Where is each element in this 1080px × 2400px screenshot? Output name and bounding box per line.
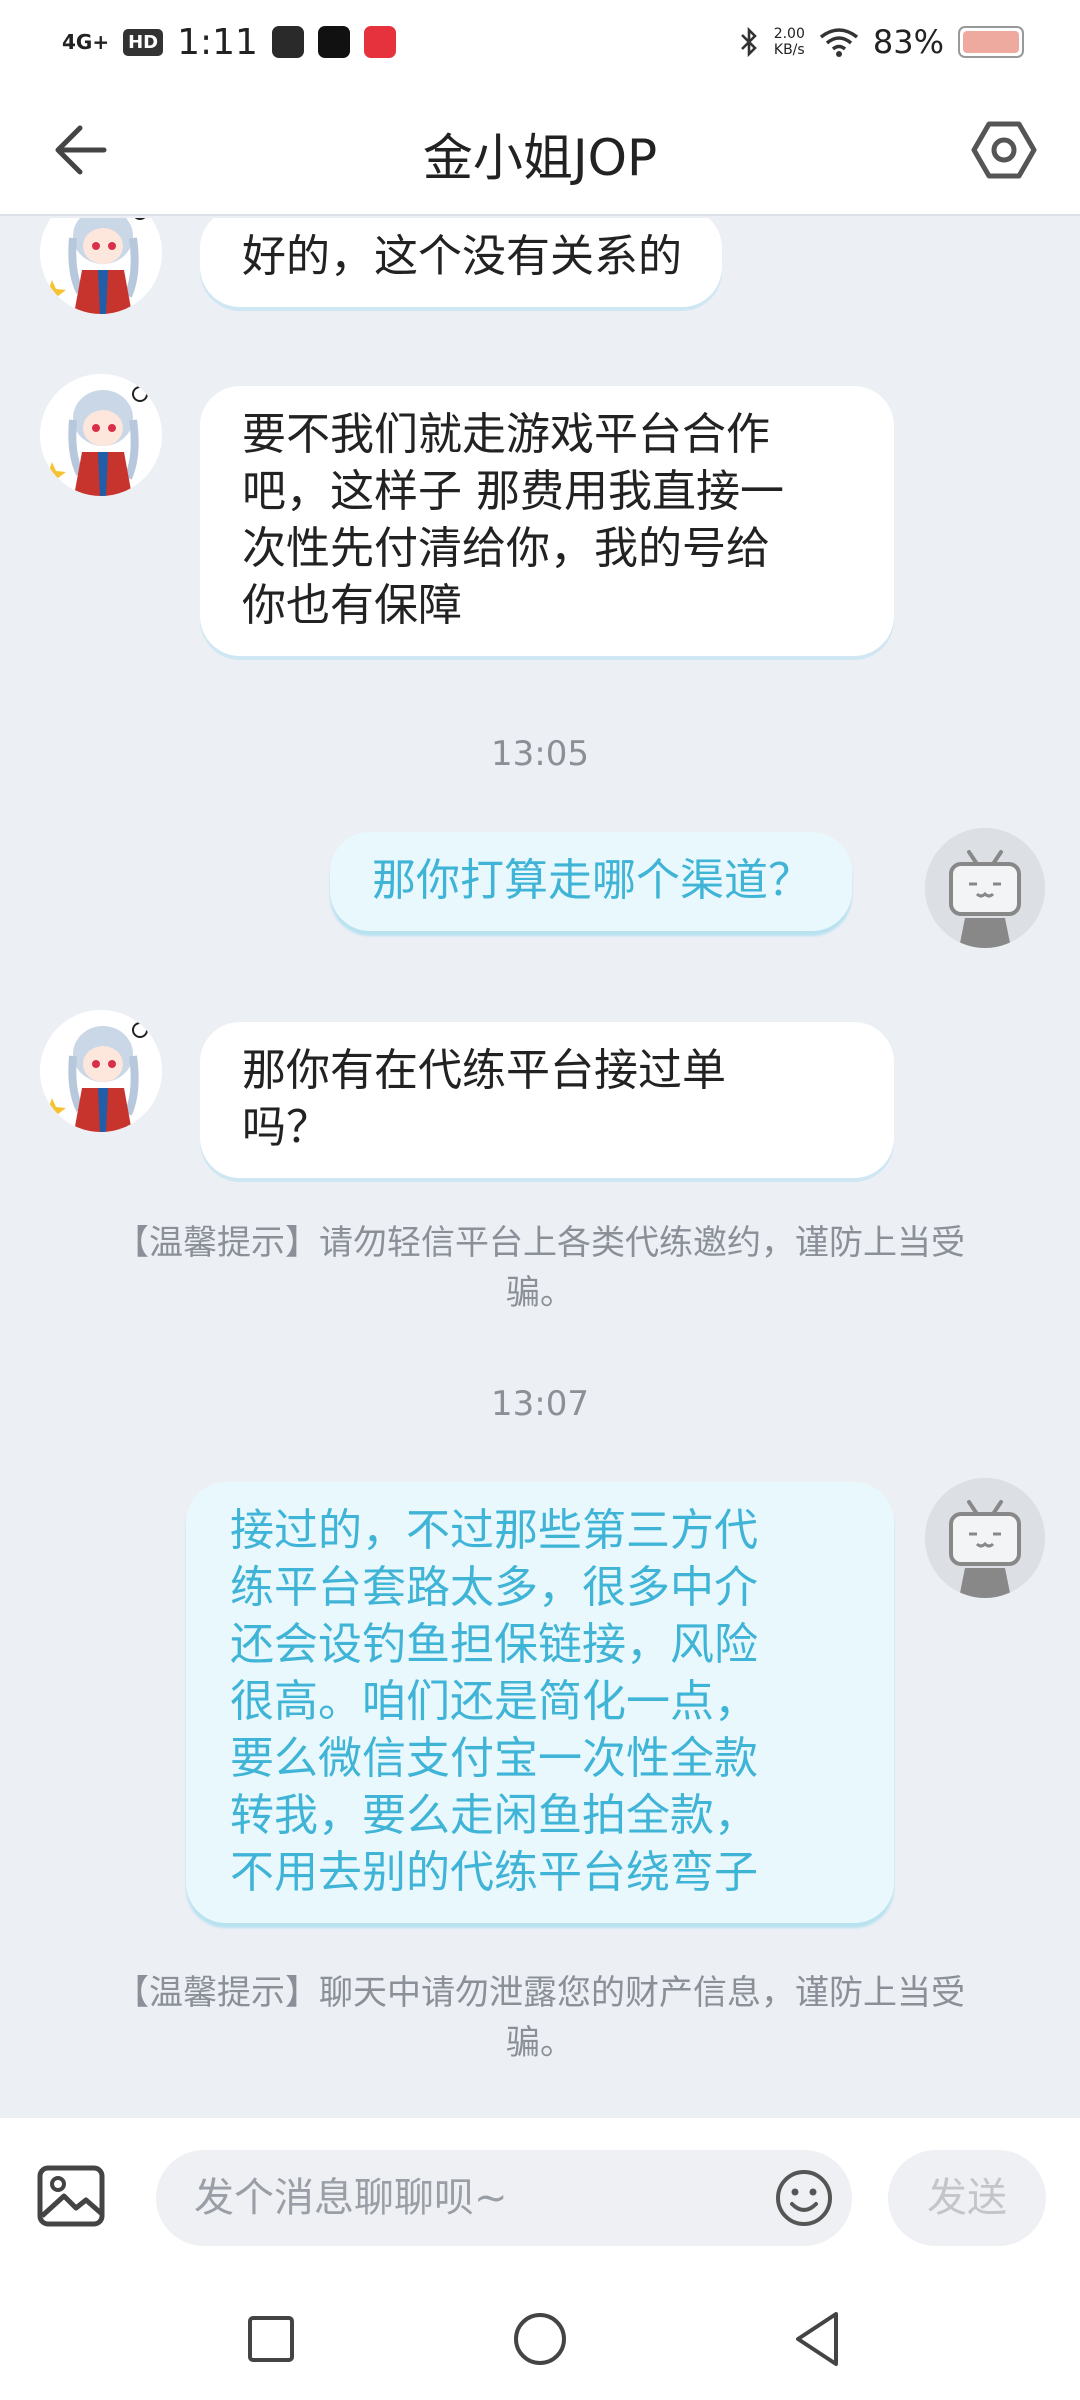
incoming-message[interactable]: 要不我们就走游戏平台合作 吧，这样子 那费用我直接一 次性先付清给你，我的号给 …	[200, 386, 894, 656]
net-speed-unit: KB/s	[773, 42, 805, 58]
avatar[interactable]	[925, 1478, 1045, 1598]
message-list[interactable]: 好的，这个没有关系的 要不我们就走游戏平台合作 吧，这样子 那费用我直接一 次性…	[0, 218, 1080, 2118]
tip-line: 骗。	[506, 1273, 574, 1313]
message-input[interactable]	[156, 2150, 852, 2246]
message-line: 要么微信支付宝一次性全款	[230, 1733, 758, 1784]
status-bar: 4G+ HD 1:11 2.00 KB/s 83%	[0, 0, 1080, 84]
incoming-message[interactable]: 那你有在代练平台接过单 吗？	[200, 1022, 894, 1178]
message-line: 练平台套路太多，很多中介	[230, 1562, 758, 1613]
wifi-icon	[819, 28, 858, 57]
battery-icon	[958, 26, 1024, 58]
message-line: 还会设钓鱼担保链接，风险	[230, 1619, 758, 1670]
message-text: 好的，这个没有关系的	[242, 231, 682, 282]
status-right: 2.00 KB/s 83%	[738, 23, 1024, 61]
outgoing-message[interactable]: 那你打算走哪个渠道？	[330, 832, 852, 931]
timestamp: 13:05	[491, 734, 589, 774]
network-indicator: 4G+	[62, 30, 110, 54]
net-speed-value: 2.00	[773, 26, 805, 42]
clock: 1:11	[177, 21, 258, 63]
battery-percent: 83%	[872, 23, 944, 61]
tip-line: 【温馨提示】聊天中请勿泄露您的财产信息，谨防上当受	[115, 1973, 965, 2013]
warning-tip: 【温馨提示】请勿轻信平台上各类代练邀约，谨防上当受 骗。	[90, 1218, 990, 1318]
status-left: 4G+ HD 1:11	[62, 22, 396, 63]
timestamp: 13:07	[491, 1384, 589, 1424]
avatar[interactable]	[40, 218, 162, 314]
image-icon[interactable]	[36, 2164, 106, 2228]
system-nav-bar	[0, 2278, 1080, 2400]
avatar[interactable]	[40, 374, 162, 496]
send-button[interactable]: 发送	[888, 2150, 1046, 2246]
message-line: 不用去别的代练平台绕弯子	[230, 1847, 758, 1898]
warning-tip: 【温馨提示】聊天中请勿泄露您的财产信息，谨防上当受 骗。	[90, 1968, 990, 2068]
message-line: 要不我们就走游戏平台合作	[242, 409, 770, 460]
message-line: 次性先付清给你，我的号给	[242, 523, 770, 574]
emoji-icon[interactable]	[774, 2168, 834, 2228]
recents-square-icon[interactable]	[236, 2304, 306, 2374]
douyin-icon	[317, 26, 350, 58]
net-speed: 2.00 KB/s	[774, 26, 805, 58]
chat-header: 金小姐JOP	[0, 84, 1080, 216]
anime-girl-avatar-icon	[40, 374, 162, 496]
message-text: 那你打算走哪个渠道？	[372, 855, 812, 906]
incoming-message[interactable]: 好的，这个没有关系的	[200, 218, 722, 307]
tv-mascot-avatar-icon	[925, 828, 1045, 948]
outgoing-message[interactable]: 接过的，不过那些第三方代 练平台套路太多，很多中介 还会设钓鱼担保链接，风险 很…	[186, 1482, 894, 1923]
bluetooth-icon	[740, 26, 757, 58]
back-triangle-icon[interactable]	[784, 2304, 854, 2374]
tiktok-icon	[271, 26, 304, 58]
avatar[interactable]	[925, 828, 1045, 948]
composer-bar: 发送	[0, 2118, 1080, 2278]
tip-line: 【温馨提示】请勿轻信平台上各类代练邀约，谨防上当受	[115, 1223, 965, 1263]
message-line: 吗？	[242, 1102, 330, 1153]
home-circle-icon[interactable]	[505, 2304, 575, 2374]
tip-line: 骗。	[506, 2023, 574, 2063]
avatar[interactable]	[40, 1010, 162, 1132]
red-app-icon	[363, 26, 396, 58]
anime-girl-avatar-icon	[40, 1010, 162, 1132]
message-line: 很高。咱们还是简化一点，	[230, 1676, 758, 1727]
chat-title: 金小姐JOP	[422, 129, 658, 187]
message-line: 接过的，不过那些第三方代	[230, 1505, 758, 1556]
message-line: 吧，这样子 那费用我直接一	[242, 466, 784, 517]
message-line: 转我，要么走闲鱼拍全款，	[230, 1790, 758, 1841]
message-line: 你也有保障	[242, 580, 462, 631]
anime-girl-avatar-icon	[40, 218, 162, 314]
tv-mascot-avatar-icon	[925, 1478, 1045, 1598]
hd-badge: HD	[123, 28, 164, 56]
message-line: 那你有在代练平台接过单	[242, 1045, 726, 1096]
settings-hexagon-icon[interactable]	[968, 114, 1040, 186]
